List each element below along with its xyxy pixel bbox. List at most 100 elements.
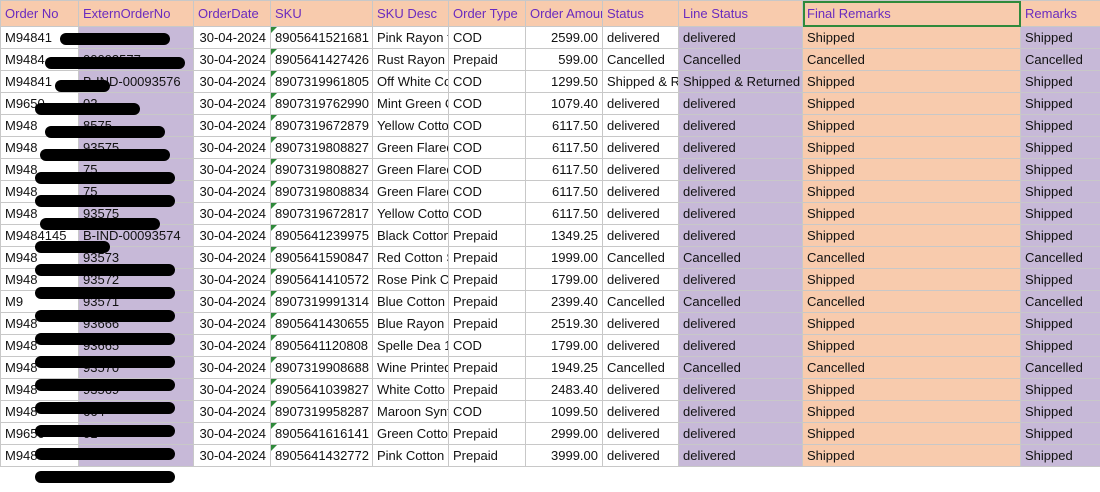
cell-order-amount[interactable]: 2999.00 [525,422,603,445]
cell-sku[interactable]: 8905641616141 [270,422,373,445]
cell-final-remarks[interactable]: Shipped [802,334,1021,357]
cell-order-date[interactable]: 30-04-2024 [193,422,271,445]
cell-order-amount[interactable]: 3999.00 [525,444,603,467]
cell-status[interactable]: delivered [602,92,679,115]
cell-final-remarks[interactable]: Shipped [802,158,1021,181]
cell-remarks[interactable]: Cancelled [1020,356,1100,379]
cell-order-type[interactable]: COD [448,334,526,357]
cell-remarks[interactable]: Shipped [1020,202,1100,225]
cell-order-amount[interactable]: 6117.50 [525,202,603,225]
cell-order-date[interactable]: 30-04-2024 [193,246,271,269]
cell-order-type[interactable]: Prepaid [448,422,526,445]
cell-line-status[interactable]: delivered [678,26,803,49]
cell-sku-desc[interactable]: Mint Green C [372,92,449,115]
cell-order-amount[interactable]: 1099.50 [525,400,603,423]
cell-sku-desc[interactable]: Yellow Cotto [372,114,449,137]
cell-sku[interactable]: 8907319961805 [270,70,373,93]
header-order-type[interactable]: Order Type [448,0,526,27]
cell-order-date[interactable]: 30-04-2024 [193,158,271,181]
cell-final-remarks[interactable]: Shipped [802,92,1021,115]
cell-order-type[interactable]: Prepaid [448,268,526,291]
cell-final-remarks[interactable]: Shipped [802,268,1021,291]
cell-line-status[interactable]: Cancelled [678,48,803,71]
cell-order-type[interactable]: COD [448,180,526,203]
cell-sku-desc[interactable]: Blue Rayon K [372,312,449,335]
cell-status[interactable]: delivered [602,26,679,49]
cell-status[interactable]: delivered [602,312,679,335]
cell-order-date[interactable]: 30-04-2024 [193,400,271,423]
cell-order-date[interactable]: 30-04-2024 [193,268,271,291]
cell-order-date[interactable]: 30-04-2024 [193,114,271,137]
cell-status[interactable]: delivered [602,334,679,357]
header-extern-order-no[interactable]: ExternOrderNo [78,0,194,27]
cell-remarks[interactable]: Cancelled [1020,48,1100,71]
cell-order-type[interactable]: Prepaid [448,246,526,269]
cell-line-status[interactable]: delivered [678,136,803,159]
cell-order-type[interactable]: Prepaid [448,378,526,401]
cell-order-amount[interactable]: 1079.40 [525,92,603,115]
cell-final-remarks[interactable]: Shipped [802,70,1021,93]
cell-line-status[interactable]: delivered [678,92,803,115]
cell-sku-desc[interactable]: Black Cotton [372,224,449,247]
header-line-status[interactable]: Line Status [678,0,803,27]
cell-line-status[interactable]: delivered [678,114,803,137]
cell-final-remarks[interactable]: Shipped [802,444,1021,467]
cell-remarks[interactable]: Shipped [1020,334,1100,357]
cell-order-type[interactable]: COD [448,158,526,181]
cell-order-amount[interactable]: 2399.40 [525,290,603,313]
cell-status[interactable]: delivered [602,114,679,137]
cell-order-date[interactable]: 30-04-2024 [193,378,271,401]
cell-final-remarks[interactable]: Shipped [802,114,1021,137]
cell-order-type[interactable]: Prepaid [448,290,526,313]
cell-order-date[interactable]: 30-04-2024 [193,70,271,93]
cell-final-remarks[interactable]: Cancelled [802,48,1021,71]
cell-remarks[interactable]: Shipped [1020,422,1100,445]
cell-order-date[interactable]: 30-04-2024 [193,444,271,467]
cell-sku-desc[interactable]: Maroon Synt [372,400,449,423]
cell-order-type[interactable]: COD [448,70,526,93]
cell-order-amount[interactable]: 1799.00 [525,334,603,357]
cell-status[interactable]: delivered [602,378,679,401]
cell-final-remarks[interactable]: Cancelled [802,290,1021,313]
cell-sku-desc[interactable]: Pink Cotton [372,444,449,467]
cell-line-status[interactable]: Cancelled [678,356,803,379]
cell-final-remarks[interactable]: Shipped [802,400,1021,423]
cell-status[interactable]: delivered [602,422,679,445]
cell-line-status[interactable]: delivered [678,400,803,423]
cell-final-remarks[interactable]: Cancelled [802,356,1021,379]
cell-final-remarks[interactable]: Shipped [802,378,1021,401]
cell-status[interactable]: delivered [602,158,679,181]
cell-remarks[interactable]: Cancelled [1020,290,1100,313]
cell-remarks[interactable]: Shipped [1020,136,1100,159]
cell-order-date[interactable]: 30-04-2024 [193,290,271,313]
cell-status[interactable]: delivered [602,180,679,203]
cell-remarks[interactable]: Shipped [1020,378,1100,401]
cell-status[interactable]: delivered [602,202,679,225]
cell-final-remarks[interactable]: Shipped [802,180,1021,203]
cell-order-type[interactable]: COD [448,202,526,225]
cell-order-amount[interactable]: 2519.30 [525,312,603,335]
cell-final-remarks[interactable]: Shipped [802,422,1021,445]
header-remarks[interactable]: Remarks [1020,0,1100,27]
cell-line-status[interactable]: Cancelled [678,246,803,269]
cell-status[interactable]: delivered [602,136,679,159]
cell-remarks[interactable]: Shipped [1020,92,1100,115]
cell-sku[interactable]: 8907319762990 [270,92,373,115]
cell-sku[interactable]: 8905641427426 [270,48,373,71]
cell-sku[interactable]: 8905641432772 [270,444,373,467]
cell-status[interactable]: delivered [602,444,679,467]
cell-order-type[interactable]: Prepaid [448,224,526,247]
cell-order-amount[interactable]: 1799.00 [525,268,603,291]
cell-order-date[interactable]: 30-04-2024 [193,136,271,159]
cell-order-type[interactable]: COD [448,136,526,159]
cell-line-status[interactable]: Cancelled [678,290,803,313]
cell-line-status[interactable]: Shipped & Returned [678,70,803,93]
cell-sku[interactable]: 8907319672817 [270,202,373,225]
cell-sku-desc[interactable]: Off White Co [372,70,449,93]
cell-remarks[interactable]: Cancelled [1020,246,1100,269]
header-sku[interactable]: SKU [270,0,373,27]
header-status[interactable]: Status [602,0,679,27]
cell-remarks[interactable]: Shipped [1020,114,1100,137]
cell-order-type[interactable]: Prepaid [448,48,526,71]
cell-order-date[interactable]: 30-04-2024 [193,224,271,247]
